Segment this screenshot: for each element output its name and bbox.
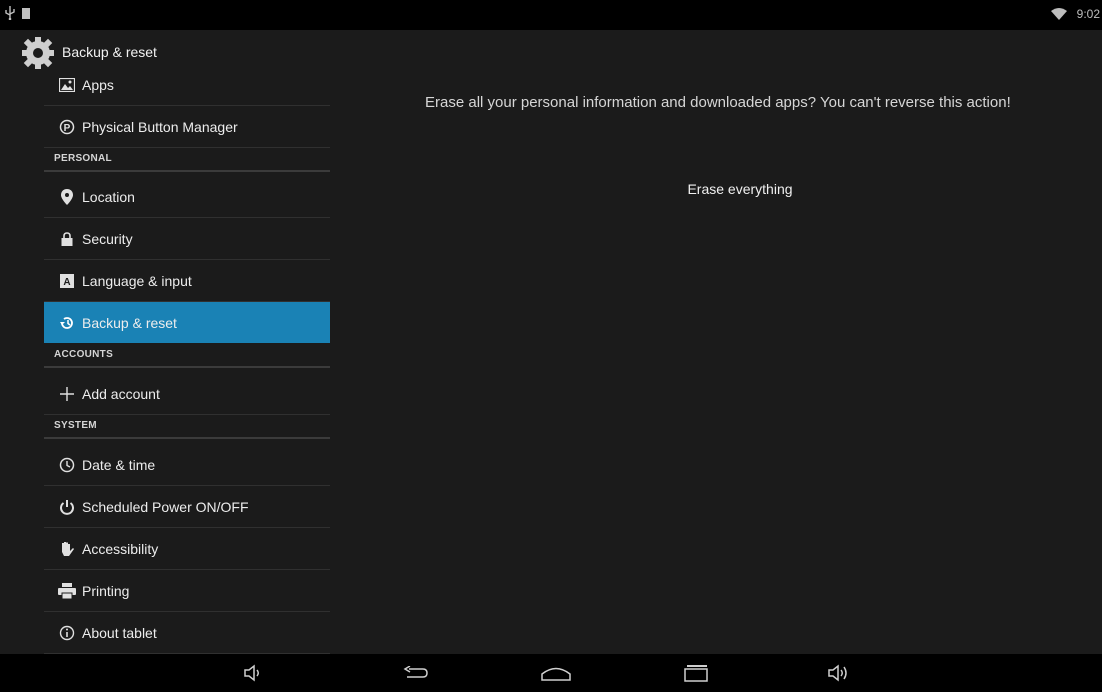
- back-icon[interactable]: [396, 660, 436, 686]
- location-pin-icon: [54, 188, 80, 205]
- svg-text:P: P: [64, 123, 71, 134]
- section-header-system: SYSTEM: [44, 420, 330, 439]
- recents-icon[interactable]: [676, 660, 716, 686]
- sidebar-item-add-account[interactable]: Add account: [44, 373, 330, 415]
- keyboard-a-icon: A: [54, 273, 80, 288]
- usb-icon: [5, 6, 15, 20]
- erase-everything-button[interactable]: Erase everything: [645, 164, 835, 214]
- sidebar-item-language-input[interactable]: A Language & input: [44, 260, 330, 302]
- sidebar-item-about-tablet[interactable]: About tablet: [44, 612, 330, 654]
- sd-card-icon: [22, 7, 30, 19]
- sidebar-item-printing[interactable]: Printing: [44, 570, 330, 612]
- erase-warning-text: Erase all your personal information and …: [425, 94, 1011, 111]
- navigation-bar: [0, 654, 1102, 692]
- sidebar-item-label: Add account: [82, 385, 160, 402]
- sidebar-item-backup-reset[interactable]: Backup & reset: [44, 302, 330, 343]
- hand-icon: [54, 541, 80, 557]
- sidebar-item-apps[interactable]: Apps: [44, 68, 330, 106]
- sidebar-item-label: Scheduled Power ON/OFF: [82, 498, 249, 515]
- restore-icon: [54, 315, 80, 331]
- sidebar-item-security[interactable]: Security: [44, 218, 330, 260]
- sidebar-item-accessibility[interactable]: Accessibility: [44, 528, 330, 570]
- sidebar-item-label: Location: [82, 188, 135, 205]
- power-icon: [54, 499, 80, 515]
- sidebar-item-location[interactable]: Location: [44, 176, 330, 218]
- sidebar-item-label: Backup & reset: [82, 314, 177, 331]
- wifi-icon: [1050, 8, 1067, 20]
- physical-button-icon: P: [54, 119, 80, 135]
- sidebar-item-label: Language & input: [82, 272, 192, 289]
- lock-icon: [54, 231, 80, 246]
- sidebar-item-label: Printing: [82, 582, 130, 599]
- sidebar-item-label: Accessibility: [82, 540, 159, 557]
- status-bar: 9:02: [0, 0, 1102, 30]
- clock-time: 9:02: [1076, 7, 1100, 21]
- sidebar-item-physical-button-manager[interactable]: P Physical Button Manager: [44, 106, 330, 148]
- apps-icon: [54, 77, 80, 92]
- settings-sidebar: Apps P Physical Button Manager PERSONAL …: [0, 68, 340, 654]
- sidebar-item-label: Apps: [82, 76, 114, 93]
- volume-up-icon[interactable]: [820, 660, 860, 686]
- section-header-accounts: ACCOUNTS: [44, 349, 330, 368]
- clock-icon: [54, 457, 80, 473]
- sidebar-item-date-time[interactable]: Date & time: [44, 444, 330, 486]
- home-icon[interactable]: [536, 660, 576, 686]
- sidebar-item-scheduled-power[interactable]: Scheduled Power ON/OFF: [44, 486, 330, 528]
- page-title: Backup & reset: [62, 44, 157, 60]
- svg-text:A: A: [63, 277, 70, 288]
- sidebar-item-label: Security: [82, 230, 133, 247]
- section-header-personal: PERSONAL: [44, 153, 330, 172]
- printer-icon: [54, 582, 80, 599]
- sidebar-item-label: Physical Button Manager: [82, 118, 238, 135]
- backup-reset-pane: Erase all your personal information and …: [340, 68, 1102, 654]
- sidebar-item-label: About tablet: [82, 624, 157, 641]
- info-icon: [54, 625, 80, 641]
- volume-down-icon[interactable]: [234, 660, 274, 686]
- sidebar-item-label: Date & time: [82, 456, 156, 473]
- action-bar: Backup & reset: [0, 30, 1102, 69]
- plus-icon: [54, 386, 80, 402]
